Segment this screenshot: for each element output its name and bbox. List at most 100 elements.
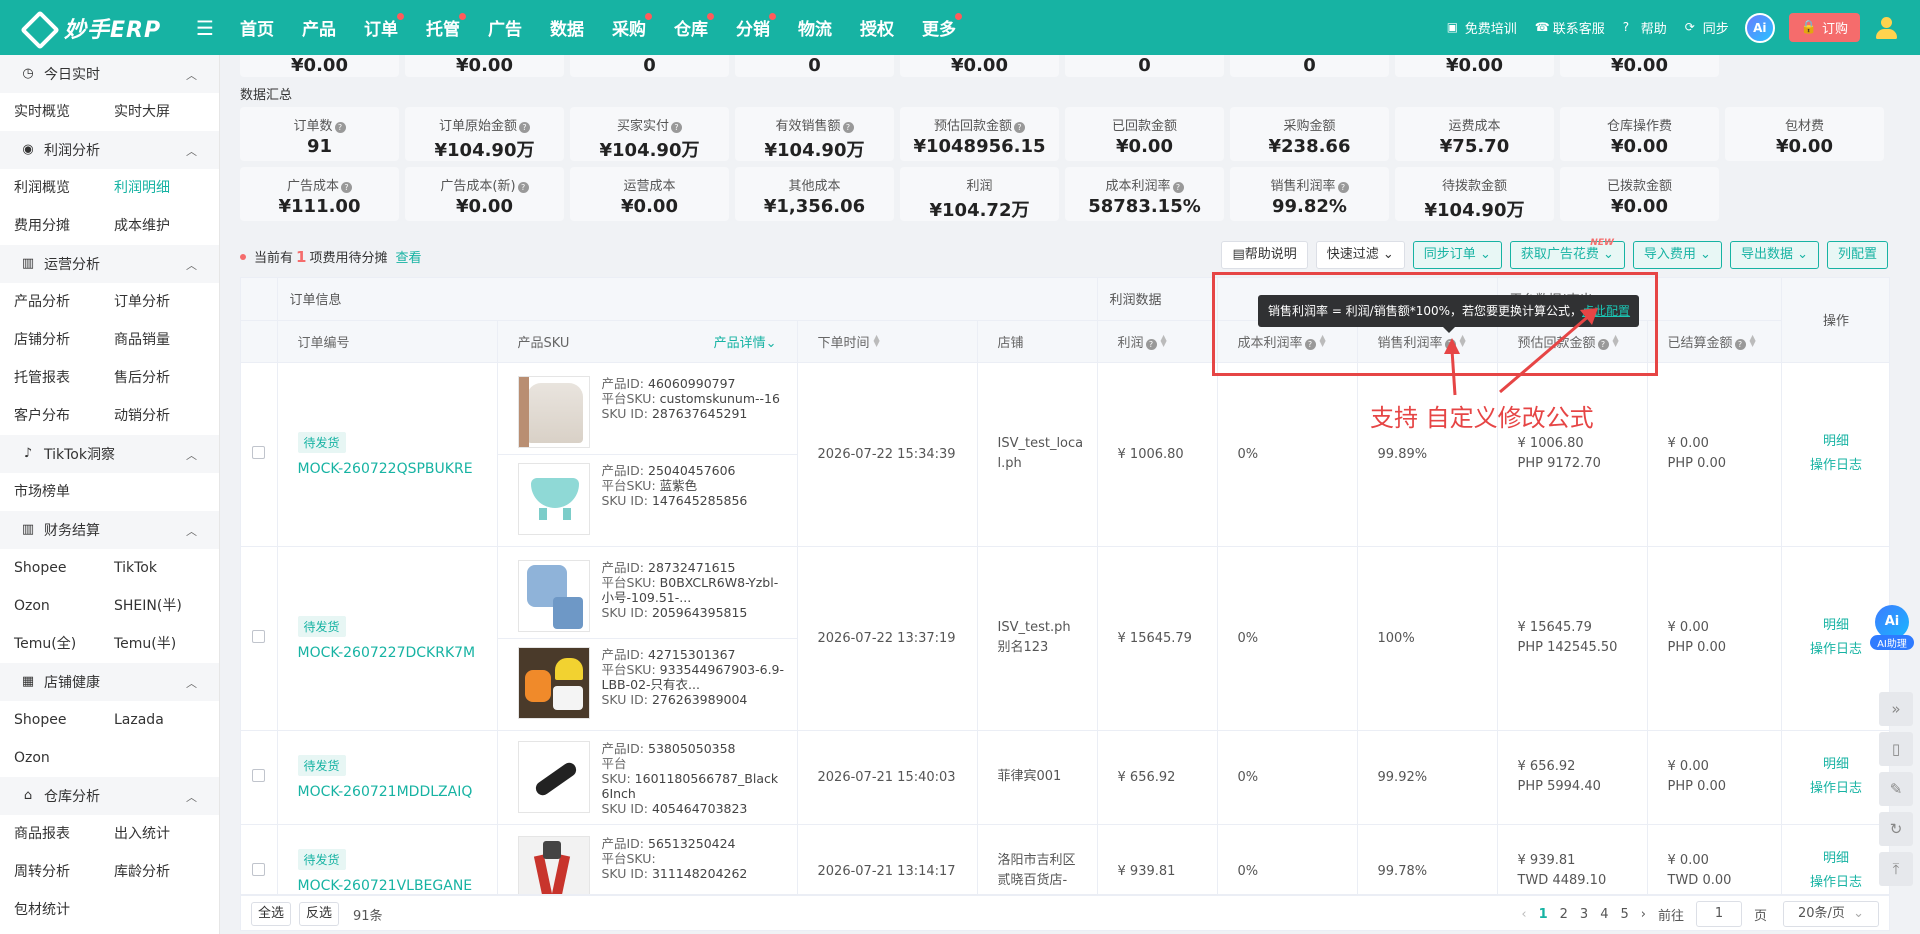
sidebar-item[interactable]: Shopee bbox=[14, 549, 114, 587]
sidebar-group-header[interactable]: ◷ 今日实时 ︿ bbox=[0, 55, 219, 93]
help-circle-icon[interactable]: ? bbox=[1172, 182, 1184, 193]
sidebar-item[interactable]: 订单分析 bbox=[114, 283, 214, 321]
help-circle-icon[interactable]: ? bbox=[341, 182, 352, 193]
table-row[interactable]: 待发货 MOCK-260721MDDLZAIQ 产品ID: 53805050358 平台… bbox=[241, 730, 1889, 825]
nav-item-6[interactable]: 采购 bbox=[612, 13, 652, 40]
col-settled-amount[interactable]: 已结算金额 ?▲ ▼ bbox=[1647, 320, 1782, 363]
ai-helper[interactable]: Ai AI助理 bbox=[1870, 605, 1914, 657]
nav-item-10[interactable]: 授权 bbox=[860, 15, 894, 40]
help-circle-icon[interactable]: ? bbox=[842, 122, 854, 133]
sidebar-item[interactable]: 成本维护 bbox=[114, 207, 214, 245]
help-circle-icon[interactable]: ? bbox=[1014, 122, 1025, 133]
help-circle-icon[interactable]: ? bbox=[334, 122, 346, 133]
sidebar-item[interactable]: 店铺分析 bbox=[14, 321, 114, 359]
help-link[interactable]: ? 帮助 bbox=[1623, 18, 1667, 38]
page-number[interactable]: 4 bbox=[1600, 907, 1608, 922]
sidebar-item[interactable]: 出入统计 bbox=[114, 815, 214, 853]
nav-item-2[interactable]: 订单 bbox=[364, 13, 404, 40]
operation-log-link[interactable]: 操作日志 bbox=[1782, 777, 1889, 801]
sort-icon[interactable]: ▲ ▼ bbox=[1161, 333, 1167, 347]
sidebar-item[interactable]: 托管报表 bbox=[14, 359, 114, 397]
order-number-link[interactable]: MOCK-260721VLBEGANE bbox=[298, 878, 497, 894]
row-checkbox[interactable] bbox=[252, 629, 266, 643]
select-all-button[interactable]: 全选 bbox=[251, 902, 292, 926]
product-thumbnail[interactable] bbox=[517, 375, 590, 448]
back-to-top-icon[interactable]: ⤒ bbox=[1879, 852, 1913, 886]
sync-orders-button[interactable]: 同步订单 ⌄ bbox=[1412, 241, 1502, 269]
sidebar-item[interactable]: 利润明细 bbox=[114, 169, 214, 207]
invert-selection-button[interactable]: 反选 bbox=[299, 902, 340, 926]
sidebar-group-header[interactable]: ▦ 店铺健康 ︿ bbox=[0, 663, 219, 701]
contact-support-link[interactable]: ☎ 联系客服 bbox=[1535, 18, 1605, 38]
column-config-button[interactable]: 列配置 bbox=[1826, 241, 1888, 269]
sidebar-group-header[interactable]: ▥ 财务结算 ︿ bbox=[0, 511, 219, 549]
product-detail-toggle[interactable]: 产品详情⌄ bbox=[714, 332, 777, 351]
product-thumbnail[interactable] bbox=[517, 740, 590, 813]
sidebar-item[interactable]: 包材统计 bbox=[14, 891, 114, 929]
sync-link[interactable]: ⟳ 同步 bbox=[1685, 18, 1729, 38]
prev-page-icon[interactable]: ‹ bbox=[1521, 907, 1526, 922]
nav-item-7[interactable]: 仓库 bbox=[674, 13, 714, 40]
sidebar-item[interactable]: 库龄分析 bbox=[114, 853, 214, 891]
detail-link[interactable]: 明细 bbox=[1782, 430, 1889, 454]
sidebar-group-header[interactable]: ⌂ 仓库分析 ︿ bbox=[0, 777, 219, 815]
view-link[interactable]: 查看 bbox=[395, 251, 421, 266]
sidebar-item[interactable]: SHEIN(半) bbox=[114, 587, 214, 625]
operation-log-link[interactable]: 操作日志 bbox=[1782, 871, 1889, 894]
order-number-link[interactable]: MOCK-2607227DCKRK7M bbox=[298, 645, 497, 661]
product-thumbnail[interactable] bbox=[517, 559, 590, 632]
sidebar-item[interactable]: 实时大屏 bbox=[114, 93, 214, 131]
expand-icon[interactable]: » bbox=[1879, 692, 1913, 726]
table-row[interactable]: 待发货 MOCK-2607227DCKRK7M 产品ID: 28732471615 平台… bbox=[241, 546, 1889, 731]
help-doc-button[interactable]: ▤帮助说明 bbox=[1221, 241, 1308, 269]
sidebar-item[interactable]: TikTok bbox=[114, 549, 214, 587]
row-checkbox[interactable] bbox=[252, 862, 266, 876]
goto-page-input[interactable]: 1 bbox=[1695, 901, 1742, 927]
sidebar-item[interactable]: Ozon bbox=[14, 587, 114, 625]
page-size-select[interactable]: 20条/页 ⌄ bbox=[1783, 901, 1879, 927]
free-training-link[interactable]: ▣ 免费培训 bbox=[1447, 18, 1517, 38]
nav-item-0[interactable]: 首页 bbox=[240, 15, 274, 40]
nav-item-5[interactable]: 数据 bbox=[550, 15, 584, 40]
sidebar-item[interactable]: 利润概览 bbox=[14, 169, 114, 207]
nav-item-9[interactable]: 物流 bbox=[798, 15, 832, 40]
page-number[interactable]: 3 bbox=[1580, 907, 1588, 922]
help-circle-icon[interactable]: ? bbox=[1145, 338, 1157, 350]
sidebar-item[interactable]: 周转分析 bbox=[14, 853, 114, 891]
nav-item-1[interactable]: 产品 bbox=[302, 15, 336, 40]
detail-link[interactable]: 明细 bbox=[1782, 847, 1889, 871]
table-row[interactable]: 待发货 MOCK-260722QSPBUKRE 产品ID: 46060990797 平台… bbox=[241, 362, 1889, 547]
page-number[interactable]: 2 bbox=[1560, 907, 1568, 922]
sidebar-item[interactable]: 市场榜单 bbox=[14, 473, 114, 511]
config-link[interactable]: 点此配置 bbox=[1582, 304, 1630, 318]
table-row[interactable]: 待发货 MOCK-260721VLBEGANE 产品ID: 56513250424 平台… bbox=[241, 824, 1889, 894]
note-icon[interactable]: ✎ bbox=[1879, 772, 1913, 806]
help-circle-icon[interactable]: ? bbox=[1337, 182, 1349, 193]
col-profit[interactable]: 利润 ?▲ ▼ bbox=[1097, 320, 1218, 363]
product-thumbnail[interactable] bbox=[517, 462, 590, 535]
sidebar-item[interactable]: 费用分摊 bbox=[14, 207, 114, 245]
sidebar-item[interactable]: Shopee bbox=[14, 701, 114, 739]
page-number[interactable]: 5 bbox=[1620, 907, 1628, 922]
help-circle-icon[interactable]: ? bbox=[671, 122, 682, 133]
order-number-link[interactable]: MOCK-260721MDDLZAIQ bbox=[298, 784, 497, 800]
sidebar-item[interactable]: 实时概览 bbox=[14, 93, 114, 131]
sidebar-item[interactable]: Temu(半) bbox=[114, 625, 214, 663]
export-data-button[interactable]: 导出数据 ⌄ bbox=[1729, 241, 1819, 269]
buy-button[interactable]: 🔒 订购 bbox=[1788, 13, 1860, 42]
import-fees-button[interactable]: 导入费用 ⌄ bbox=[1632, 241, 1722, 269]
help-circle-icon[interactable]: ? bbox=[517, 182, 529, 193]
sidebar-item[interactable]: Ozon bbox=[14, 739, 114, 777]
nav-item-11[interactable]: 更多 bbox=[922, 13, 962, 40]
product-thumbnail[interactable] bbox=[517, 646, 590, 719]
sidebar-item[interactable]: 商品销量 bbox=[114, 321, 214, 359]
sidebar-group-header[interactable]: ♪ TikTok洞察 ︿ bbox=[0, 435, 219, 473]
help-circle-icon[interactable]: ? bbox=[519, 122, 530, 133]
sort-icon[interactable]: ▲ ▼ bbox=[874, 333, 880, 347]
nav-item-8[interactable]: 分销 bbox=[736, 13, 776, 40]
nav-item-4[interactable]: 广告 bbox=[488, 15, 522, 40]
menu-icon[interactable]: ☰ bbox=[196, 16, 216, 40]
page-number[interactable]: 1 bbox=[1539, 907, 1548, 922]
sidebar-item[interactable]: 售后分析 bbox=[114, 359, 214, 397]
row-checkbox[interactable] bbox=[252, 768, 266, 782]
